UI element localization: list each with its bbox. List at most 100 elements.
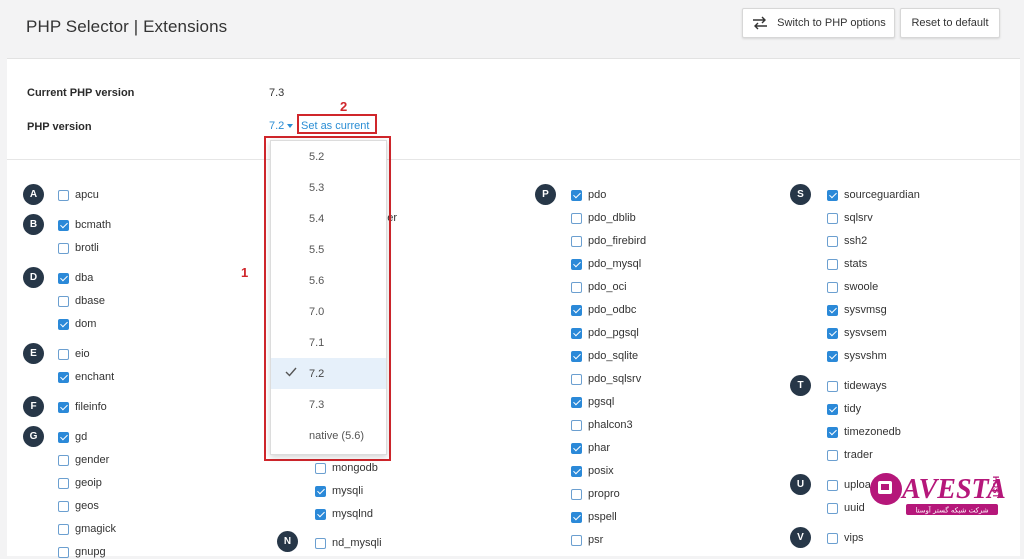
- extension-trader[interactable]: trader: [827, 448, 873, 462]
- checkbox-checked[interactable]: [571, 511, 582, 523]
- extension-pdo_oci[interactable]: pdo_oci: [571, 280, 627, 294]
- checkbox-unchecked[interactable]: [571, 212, 582, 224]
- extension-pdo_firebird[interactable]: pdo_firebird: [571, 234, 646, 248]
- checkbox-unchecked[interactable]: [827, 212, 838, 224]
- extension-sqlsrv[interactable]: sqlsrv: [827, 211, 873, 225]
- extension-posix[interactable]: posix: [571, 464, 614, 478]
- checkbox-unchecked[interactable]: [827, 532, 838, 544]
- extension-dbase[interactable]: dbase: [58, 294, 105, 308]
- version-option-5-2[interactable]: 5.2: [271, 141, 386, 172]
- extension-dba[interactable]: dba: [58, 271, 93, 285]
- extension-tidy[interactable]: tidy: [827, 402, 861, 416]
- checkbox-checked[interactable]: [571, 350, 582, 362]
- extension-enchant[interactable]: enchant: [58, 370, 114, 384]
- checkbox-checked[interactable]: [827, 304, 838, 316]
- extension-pdo_dblib[interactable]: pdo_dblib: [571, 211, 636, 225]
- extension-uuid[interactable]: uuid: [827, 501, 865, 515]
- extension-phar[interactable]: phar: [571, 441, 610, 455]
- checkbox-checked[interactable]: [827, 426, 838, 438]
- checkbox-checked[interactable]: [827, 350, 838, 362]
- checkbox-unchecked[interactable]: [827, 502, 838, 514]
- checkbox-checked[interactable]: [315, 508, 326, 520]
- checkbox-unchecked[interactable]: [571, 373, 582, 385]
- checkbox-checked[interactable]: [571, 327, 582, 339]
- checkbox-checked[interactable]: [571, 304, 582, 316]
- extension-pdo_sqlite[interactable]: pdo_sqlite: [571, 349, 638, 363]
- extension-mongodb[interactable]: mongodb: [315, 461, 378, 475]
- extension-geos[interactable]: geos: [58, 499, 99, 513]
- checkbox-unchecked[interactable]: [58, 189, 69, 201]
- extension-sysvsem[interactable]: sysvsem: [827, 326, 887, 340]
- checkbox-unchecked[interactable]: [827, 479, 838, 491]
- checkbox-unchecked[interactable]: [315, 462, 326, 474]
- checkbox-checked[interactable]: [58, 219, 69, 231]
- checkbox-unchecked[interactable]: [827, 281, 838, 293]
- extension-sysvmsg[interactable]: sysvmsg: [827, 303, 887, 317]
- checkbox-checked[interactable]: [827, 327, 838, 339]
- extension-eio[interactable]: eio: [58, 347, 90, 361]
- extension-mysqlnd[interactable]: mysqlnd: [315, 507, 373, 521]
- extension-pdo[interactable]: pdo: [571, 188, 606, 202]
- extension-bcmath[interactable]: bcmath: [58, 218, 111, 232]
- extension-mysqli[interactable]: mysqli: [315, 484, 363, 498]
- version-option-7-3[interactable]: 7.3: [271, 389, 386, 420]
- extension-propro[interactable]: propro: [571, 487, 620, 501]
- version-option-7-0[interactable]: 7.0: [271, 296, 386, 327]
- extension-ssh2[interactable]: ssh2: [827, 234, 867, 248]
- extension-timezonedb[interactable]: timezonedb: [827, 425, 901, 439]
- checkbox-unchecked[interactable]: [315, 537, 326, 549]
- checkbox-unchecked[interactable]: [58, 295, 69, 307]
- checkbox-checked[interactable]: [571, 258, 582, 270]
- extension-stats[interactable]: stats: [827, 257, 867, 271]
- version-option-5-4[interactable]: 5.4: [271, 203, 386, 234]
- checkbox-unchecked[interactable]: [827, 449, 838, 461]
- extension-phalcon3[interactable]: phalcon3: [571, 418, 633, 432]
- checkbox-checked[interactable]: [58, 272, 69, 284]
- extension-gmagick[interactable]: gmagick: [58, 522, 116, 536]
- checkbox-checked[interactable]: [827, 189, 838, 201]
- checkbox-checked[interactable]: [315, 485, 326, 497]
- version-option-5-6[interactable]: 5.6: [271, 265, 386, 296]
- checkbox-unchecked[interactable]: [571, 488, 582, 500]
- checkbox-unchecked[interactable]: [571, 419, 582, 431]
- checkbox-unchecked[interactable]: [827, 235, 838, 247]
- checkbox-checked[interactable]: [58, 401, 69, 413]
- version-option-5-5[interactable]: 5.5: [271, 234, 386, 265]
- checkbox-checked[interactable]: [571, 442, 582, 454]
- extension-dom[interactable]: dom: [58, 317, 96, 331]
- extension-geoip[interactable]: geoip: [58, 476, 102, 490]
- checkbox-unchecked[interactable]: [58, 500, 69, 512]
- extension-gender[interactable]: gender: [58, 453, 109, 467]
- checkbox-unchecked[interactable]: [827, 380, 838, 392]
- extension-fileinfo[interactable]: fileinfo: [58, 400, 107, 414]
- extension-pdo_mysql[interactable]: pdo_mysql: [571, 257, 641, 271]
- extension-sourceguardian[interactable]: sourceguardian: [827, 188, 920, 202]
- php-version-select[interactable]: 7.2: [269, 120, 294, 132]
- version-option-5-3[interactable]: 5.3: [271, 172, 386, 203]
- checkbox-unchecked[interactable]: [571, 235, 582, 247]
- checkbox-checked[interactable]: [58, 318, 69, 330]
- version-option-7-2[interactable]: 7.2: [271, 358, 386, 389]
- checkbox-checked[interactable]: [571, 465, 582, 477]
- checkbox-checked[interactable]: [571, 396, 582, 408]
- extension-pspell[interactable]: pspell: [571, 510, 617, 524]
- extension-sysvshm[interactable]: sysvshm: [827, 349, 887, 363]
- extension-gnupg[interactable]: gnupg: [58, 545, 106, 559]
- checkbox-unchecked[interactable]: [58, 242, 69, 254]
- extension-brotli[interactable]: brotli: [58, 241, 99, 255]
- checkbox-unchecked[interactable]: [58, 348, 69, 360]
- version-option-7-1[interactable]: 7.1: [271, 327, 386, 358]
- checkbox-checked[interactable]: [58, 431, 69, 443]
- checkbox-unchecked[interactable]: [571, 281, 582, 293]
- checkbox-unchecked[interactable]: [58, 546, 69, 558]
- version-option-native5-6[interactable]: native (5.6): [271, 420, 386, 451]
- extension-swoole[interactable]: swoole: [827, 280, 878, 294]
- extension-tideways[interactable]: tideways: [827, 379, 887, 393]
- checkbox-unchecked[interactable]: [58, 477, 69, 489]
- checkbox-unchecked[interactable]: [827, 258, 838, 270]
- checkbox-unchecked[interactable]: [58, 454, 69, 466]
- extension-uploa[interactable]: uploa: [827, 478, 871, 492]
- checkbox-checked[interactable]: [827, 403, 838, 415]
- extension-nd_mysqli[interactable]: nd_mysqli: [315, 536, 382, 550]
- extension-pdo_odbc[interactable]: pdo_odbc: [571, 303, 636, 317]
